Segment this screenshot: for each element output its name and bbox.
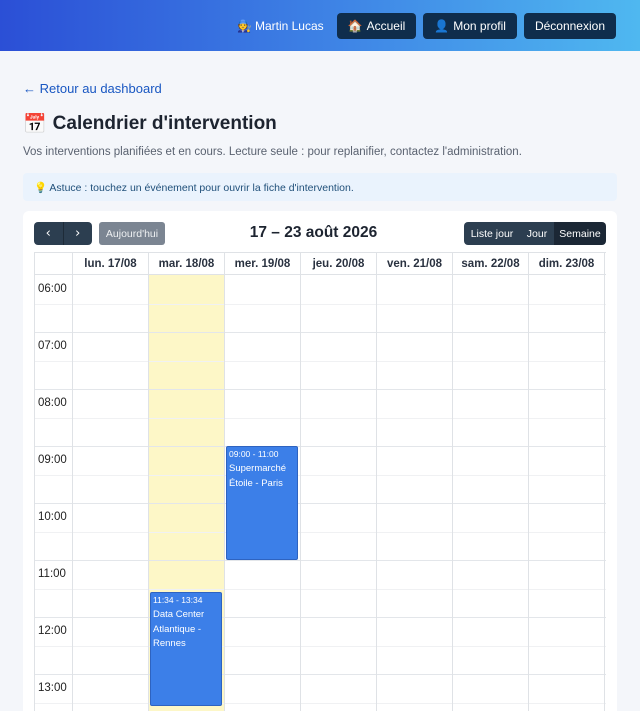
user-worker-icon: 🧑‍🔧 (237, 18, 252, 33)
day-header: mer. 19/08 (225, 253, 301, 275)
day-column-divider (604, 275, 605, 711)
day-header-row: lun. 17/08 mar. 18/08 mer. 19/08 jeu. 20/08… (35, 253, 606, 275)
view-week-button[interactable]: Semaine (554, 222, 606, 245)
day-column-divider (376, 275, 377, 711)
half-hour-line (35, 474, 606, 476)
calendar-event[interactable]: 09:00 - 11:00 Supermarché Étoile - Paris (226, 446, 298, 560)
day-column-divider (72, 275, 73, 711)
day-column-divider (300, 275, 301, 711)
top-navbar: 🧑‍🔧 Martin Lucas 🏠 Accueil 👤 Mon profil … (0, 0, 640, 51)
next-week-button[interactable]: › (62, 222, 92, 245)
event-title: Data Center Atlantique - Rennes (153, 609, 205, 650)
week-grid: lun. 17/08 mar. 18/08 mer. 19/08 jeu. 20/08… (34, 252, 606, 711)
hour-line (35, 389, 606, 390)
half-hour-line (35, 303, 606, 305)
profile-button[interactable]: 👤 Mon profil (423, 12, 517, 39)
event-time: 09:00 - 11:00 (229, 449, 279, 459)
hour-label: 07:00 (38, 340, 67, 352)
hour-line (35, 332, 606, 333)
today-button[interactable]: Aujourd'hui (99, 222, 165, 245)
half-hour-line (35, 702, 606, 704)
page-title: 📅 Calendrier d'intervention (23, 112, 277, 136)
logout-button-label: Déconnexion (534, 18, 605, 33)
day-column-divider (528, 275, 529, 711)
time-gutter-header (35, 253, 73, 275)
hour-line (35, 617, 606, 618)
day-header: ven. 21/08 (377, 253, 453, 275)
day-header: mar. 18/08 (149, 253, 225, 275)
page-title-text: Calendrier d'intervention (52, 113, 277, 134)
hour-line (35, 560, 606, 561)
half-hour-line (35, 531, 606, 533)
calendar-icon: 📅 (23, 114, 47, 135)
calendar-toolbar: ‹ › Aujourd'hui 17 – 23 août 2026 Liste … (23, 211, 617, 253)
home-button-label: Accueil (366, 18, 406, 33)
tip-banner: 💡 Astuce : touchez un événement pour ouv… (23, 173, 617, 201)
view-switcher: Liste jour Jour Semaine (464, 222, 606, 245)
hour-label: 09:00 (38, 454, 67, 466)
day-header: sam. 22/08 (453, 253, 529, 275)
hour-line (35, 503, 606, 504)
day-column-divider (148, 275, 149, 711)
day-column-divider (224, 275, 225, 711)
calendar: ‹ › Aujourd'hui 17 – 23 août 2026 Liste … (23, 211, 617, 711)
current-user: 🧑‍🔧 Martin Lucas (237, 19, 324, 33)
calendar-event[interactable]: 11:34 - 13:34 Data Center Atlantique - Re… (150, 592, 222, 707)
week-navigation: ‹ › (34, 222, 92, 245)
user-icon: 👤 (434, 18, 450, 33)
logout-button[interactable]: Déconnexion (523, 12, 616, 39)
previous-week-button[interactable]: ‹ (34, 222, 63, 245)
view-day-button[interactable]: Jour (520, 222, 554, 245)
hour-line (35, 674, 606, 675)
calendar-range-title: 17 – 23 août 2026 (249, 224, 378, 241)
back-to-dashboard-link[interactable]: ← Retour au dashboard (23, 81, 162, 96)
hour-label: 06:00 (38, 283, 67, 295)
user-name-label: Martin Lucas (254, 18, 324, 33)
day-column-divider (452, 275, 453, 711)
hour-label: 08:00 (38, 397, 67, 409)
view-list-day-button[interactable]: Liste jour (464, 222, 520, 245)
half-hour-line (35, 588, 606, 590)
hour-label: 12:00 (38, 625, 67, 637)
home-button[interactable]: 🏠 Accueil (336, 12, 417, 39)
hour-label: 10:00 (38, 511, 67, 523)
hour-label: 13:00 (38, 682, 67, 694)
half-hour-line (35, 360, 606, 362)
home-icon: 🏠 (347, 18, 363, 33)
half-hour-line (35, 645, 606, 647)
hour-line (35, 446, 606, 447)
day-header: jeu. 20/08 (301, 253, 377, 275)
event-time: 11:34 - 13:34 (153, 595, 203, 606)
hour-label: 11:00 (38, 568, 66, 580)
half-hour-line (35, 417, 606, 419)
day-header: dim. 23/08 (529, 253, 605, 275)
profile-button-label: Mon profil (453, 18, 506, 33)
page-subtitle: Vos interventions planifiées et en cours… (23, 146, 522, 158)
event-title: Supermarché Étoile - Paris (229, 463, 287, 489)
day-header: lun. 17/08 (73, 253, 149, 275)
